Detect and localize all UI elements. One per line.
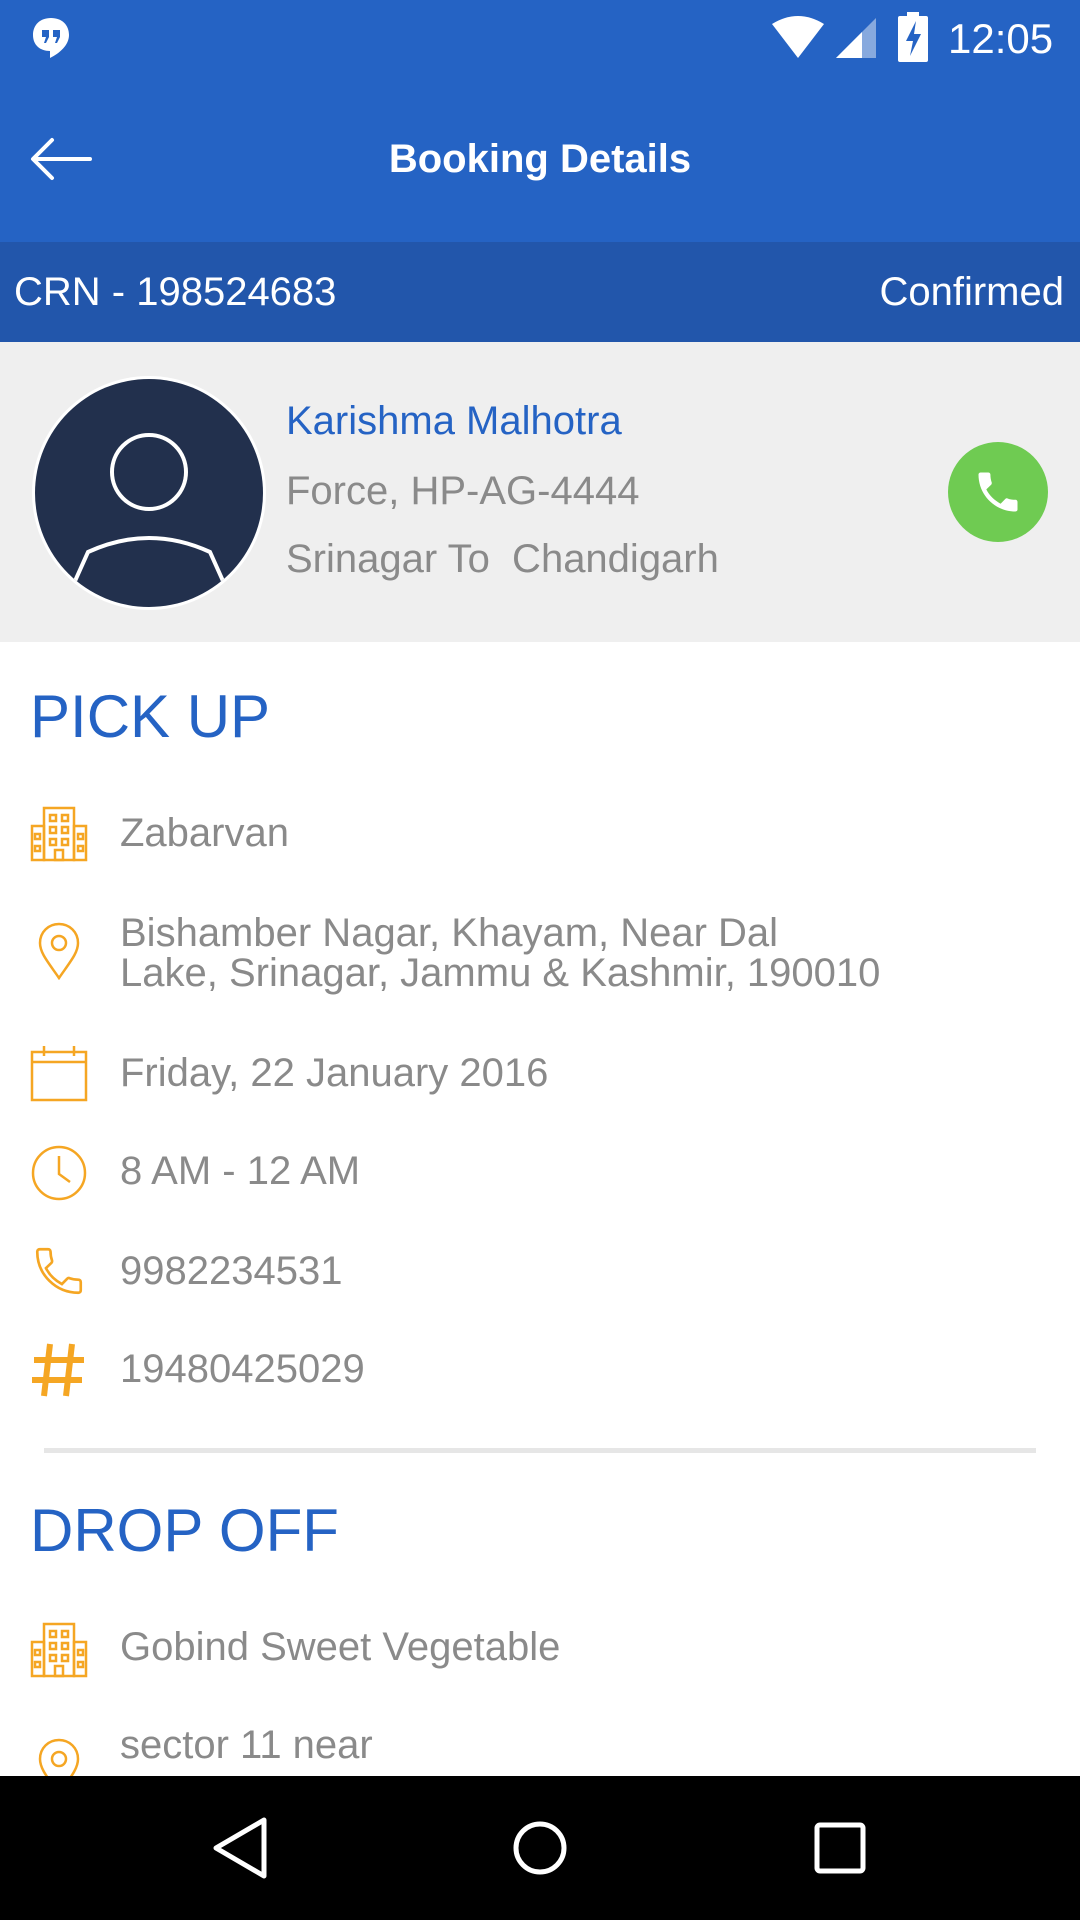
battery-charging-icon — [898, 12, 928, 62]
section-divider — [44, 1448, 1036, 1453]
recents-square-icon[interactable] — [800, 1808, 880, 1888]
driver-card: Karishma Malhotra Force, HP-AG-4444 Srin… — [0, 342, 1080, 642]
calendar-icon — [30, 1046, 88, 1102]
wifi-icon — [772, 16, 824, 58]
building-icon — [30, 1622, 88, 1678]
booking-status-bar: CRN - 198524683 Confirmed — [0, 242, 1080, 342]
booking-status: Confirmed — [879, 270, 1064, 314]
location-pin-icon — [38, 922, 80, 980]
app-bar: Booking Details — [0, 78, 1080, 242]
building-icon — [30, 806, 88, 862]
system-nav-bar — [0, 1776, 1080, 1920]
pickup-date: Friday, 22 January 2016 — [120, 1051, 549, 1095]
driver-vehicle: Force, HP-AG-4444 — [286, 469, 640, 513]
pickup-time: 8 AM - 12 AM — [120, 1149, 361, 1193]
signal-icon — [836, 18, 876, 58]
home-circle-icon[interactable] — [500, 1808, 580, 1888]
dropoff-title: DROP OFF — [30, 1497, 339, 1564]
phone-outline-icon — [35, 1247, 83, 1295]
pickup-reference: 19480425029 — [120, 1347, 365, 1391]
driver-name: Karishma Malhotra — [286, 399, 622, 443]
pickup-title: PICK UP — [30, 683, 271, 750]
avatar — [32, 376, 266, 610]
clock-icon — [31, 1145, 87, 1201]
status-bar: 12:05 — [0, 0, 1080, 78]
pickup-phone: 9982234531 — [120, 1249, 343, 1293]
phone-icon — [978, 472, 1018, 512]
pickup-address-line1: Bishamber Nagar, Khayam, Near Dal — [120, 911, 779, 955]
dropoff-address-line1: sector 11 near — [120, 1723, 373, 1767]
pickup-place: Zabarvan — [120, 811, 289, 855]
status-time: 12:05 — [948, 15, 1054, 62]
pickup-address-line2: Lake, Srinagar, Jammu & Kashmir, 190010 — [120, 951, 881, 995]
page-title: Booking Details — [388, 137, 692, 181]
crn-number: CRN - 198524683 — [14, 270, 337, 314]
driver-route: Srinagar To Chandigarh — [286, 537, 719, 581]
dropoff-place: Gobind Sweet Vegetable — [120, 1625, 561, 1669]
hangouts-icon — [33, 18, 69, 58]
hash-icon — [32, 1343, 84, 1397]
call-driver-button[interactable] — [948, 442, 1048, 542]
back-triangle-icon[interactable] — [200, 1808, 280, 1888]
